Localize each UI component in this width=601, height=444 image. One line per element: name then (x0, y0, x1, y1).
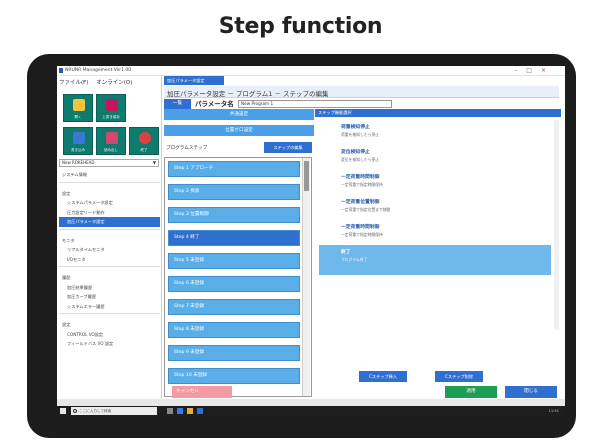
scrollbar-thumb[interactable] (304, 161, 309, 191)
nav-item-pressure-params[interactable]: 加圧パラメータ設定 (59, 217, 160, 227)
function-panel: ステップ機能選択 荷重検知停止 荷重を検知したら停止 変位検知停止 変位を検知し… (315, 109, 561, 399)
left-panel: ファイル(F) オンライン(O) 開く 上書き保存 書き込み 読み出し 終了 N… (57, 76, 162, 399)
nav-item-control-io[interactable]: CONTROL I/O設定 (59, 330, 160, 340)
read-icon (106, 132, 118, 144)
nav-item-realtime-monitor[interactable]: リアルタイムモニタ (59, 245, 160, 255)
nav-group-settings[interactable]: 設定 (59, 189, 160, 199)
nav-item-io-monitor[interactable]: I/Oモニタ (59, 255, 160, 265)
edit-step-button[interactable]: ステップの編集 (264, 142, 312, 153)
nav-item-system-info[interactable]: システム情報 (59, 170, 160, 180)
nav-item-system-params[interactable]: システムパラメータ設定 (59, 198, 160, 208)
nav-item-fieldbus-io[interactable]: フィールドバス I/O 設定 (59, 339, 160, 349)
menu-online[interactable]: オンライン(O) (96, 80, 132, 86)
maximize-icon[interactable]: □ (526, 67, 541, 74)
step-item[interactable]: Step 6 未登録 (168, 276, 300, 292)
function-list-scrollbar[interactable] (554, 120, 559, 330)
step-item[interactable]: Step 2 探索 (168, 184, 300, 200)
step-column: 共通設定 位置ゼロ設定 プログラムステップ ステップの編集 Step 1 アプロ… (164, 109, 314, 399)
apply-button[interactable]: 適用 (445, 386, 497, 398)
step-item[interactable]: Step 1 アプローチ (168, 161, 300, 177)
main-header: 加圧パラメータ設定 － プログラム1 － ステップの編集 (164, 86, 559, 98)
exit-icon (139, 132, 151, 144)
param-name-label: パラメータ名 (195, 100, 234, 108)
divider (59, 313, 160, 318)
app-name: NRUNR Management Ver1.00 (65, 68, 132, 73)
menu-file[interactable]: ファイル(F) (59, 80, 88, 86)
function-item[interactable]: 一定荷重時間制御 一定荷重で指定時間保持 (319, 170, 551, 194)
app-taskbar-icon[interactable] (197, 408, 203, 414)
app-screen: NRUNR Management Ver1.00 –□× ファイル(F) オンラ… (57, 66, 565, 416)
folder-icon (73, 99, 85, 111)
explorer-icon[interactable] (187, 408, 193, 414)
device-select[interactable]: New ROKEHEAD ▼ (59, 159, 159, 167)
insert-step-button[interactable]: Cステップ挿入 (359, 371, 407, 382)
step-item[interactable]: Step 4 終了 (168, 230, 300, 246)
common-settings-button[interactable]: 共通設定 (164, 109, 314, 120)
app-icon (59, 68, 63, 73)
program-step-label: プログラムステップ (166, 146, 208, 151)
divider (59, 266, 160, 271)
menu-bar: ファイル(F) オンライン(O) (59, 78, 138, 86)
save-icon (106, 99, 118, 111)
param-name-row: 一覧 パラメータ名 New Program 1 (164, 99, 394, 109)
function-item[interactable]: 一定荷重時間制御 一定荷重で指定時間保持 (319, 220, 551, 244)
param-name-input[interactable]: New Program 1 (238, 100, 392, 108)
function-item[interactable]: 荷重検知停止 荷重を検知したら停止 (319, 120, 551, 144)
step-item[interactable]: Step 8 未登録 (168, 322, 300, 338)
search-icon (73, 408, 77, 413)
window-controls: –□× (514, 67, 555, 74)
divider (59, 228, 160, 234)
position-zero-button[interactable]: 位置ゼロ設定 (164, 125, 314, 136)
page-title: Step function (218, 14, 383, 39)
list-button[interactable]: 一覧 (164, 99, 191, 109)
nav-group-monitor[interactable]: モニタ (59, 236, 160, 246)
function-item[interactable]: 変位検知停止 変位を検知したら停止 (319, 145, 551, 169)
function-list: 荷重検知停止 荷重を検知したら停止 変位検知停止 変位を検知したら停止 一定荷重… (319, 120, 551, 280)
nav-group-io-settings[interactable]: 設定 (59, 320, 160, 330)
function-item[interactable]: 一定荷重位置制御 一定荷重で指定位置まで移動 (319, 195, 551, 219)
nav-item-result-history[interactable]: 加圧結果履歴 (59, 283, 160, 293)
close-button[interactable]: 閉じる (505, 386, 557, 398)
edge-icon[interactable] (177, 408, 183, 414)
exit-button[interactable]: 終了 (129, 127, 159, 155)
step-list-scrollbar[interactable] (302, 158, 310, 396)
step-list: Step 1 アプローチ Step 2 探索 Step 3 位置制御 Step … (164, 157, 312, 397)
nav-group-history[interactable]: 履歴 (59, 273, 160, 283)
taskbar-search[interactable]: ここに入力して検索 (71, 407, 157, 415)
divider (59, 181, 160, 187)
step-item[interactable]: Step 3 位置制御 (168, 207, 300, 223)
function-panel-header: ステップ機能選択 (315, 109, 561, 117)
main-heading: 加圧パラメータ設定 － プログラム1 － ステップの編集 (167, 90, 329, 98)
function-item-selected[interactable]: 終了 プログラム終了 (319, 245, 551, 275)
minimize-icon[interactable]: – (514, 67, 526, 74)
step-item[interactable]: Step 10 未登録 (168, 368, 300, 384)
step-item[interactable]: Step 9 未登録 (168, 345, 300, 361)
os-taskbar: ここに入力して検索 11:51 (57, 406, 565, 416)
step-item[interactable]: Step 5 未登録 (168, 253, 300, 269)
close-icon[interactable]: × (541, 67, 555, 74)
task-view-icon[interactable] (167, 408, 173, 414)
delete-step-button[interactable]: Cステップ削除 (435, 371, 483, 382)
write-button[interactable]: 書き込み (63, 127, 93, 155)
nav-item-error-history[interactable]: システムエラー履歴 (59, 302, 160, 312)
read-button[interactable]: 読み出し (96, 127, 126, 155)
system-tray-clock[interactable]: 11:51 (549, 407, 559, 415)
chevron-down-icon: ▼ (152, 160, 156, 165)
step-item[interactable]: Step 7 未登録 (168, 299, 300, 315)
window-titlebar: NRUNR Management Ver1.00 –□× (57, 66, 565, 76)
tab-pressure-params[interactable]: 加圧パラメータ設定 (164, 76, 224, 85)
save-button[interactable]: 上書き保存 (96, 94, 126, 122)
windows-start-icon[interactable] (60, 408, 66, 414)
write-icon (73, 132, 85, 144)
cancel-button[interactable]: キャンセル (172, 386, 232, 398)
open-button[interactable]: 開く (63, 94, 93, 122)
nav-tree: システム情報 設定 システムパラメータ設定 圧力設定リード動作 加圧パラメータ設… (59, 170, 160, 349)
nav-item-pressure-read[interactable]: 圧力設定リード動作 (59, 208, 160, 218)
nav-item-curve-history[interactable]: 加圧カーブ履歴 (59, 292, 160, 302)
